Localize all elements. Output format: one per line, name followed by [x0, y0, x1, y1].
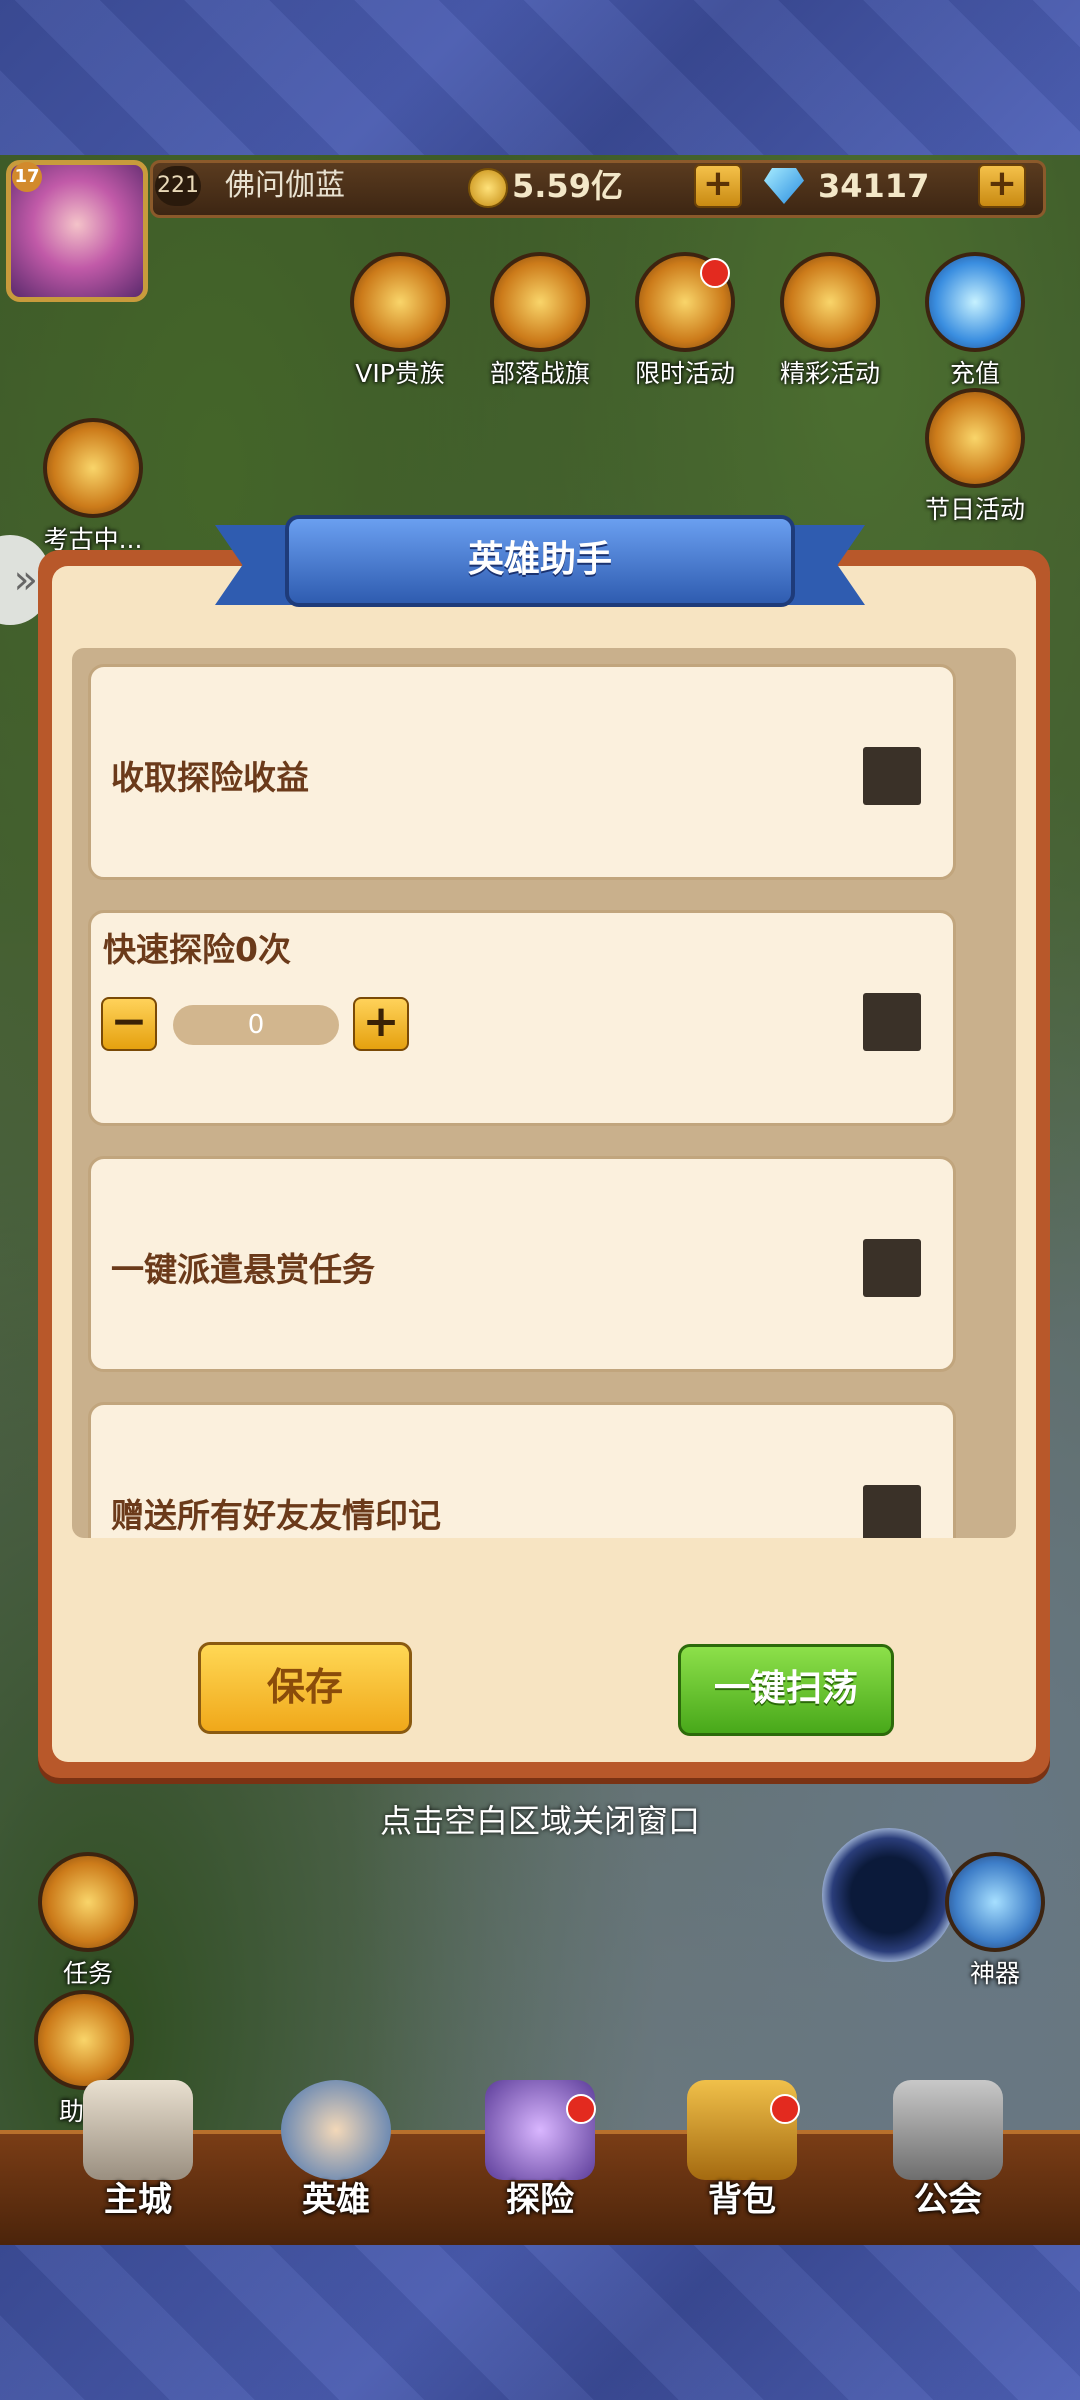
list-item: 快速探险0次 − 0 +: [88, 910, 956, 1126]
artifact-label: 神器: [969, 1959, 1020, 1988]
tribe-banner-label: 部落战旗: [489, 359, 590, 388]
hero-icon: [281, 2080, 391, 2180]
wonderful-event-button[interactable]: 精彩活动: [760, 252, 900, 390]
task-button[interactable]: 任务: [28, 1852, 148, 1990]
notification-dot: [770, 2094, 800, 2124]
diamond-amount: 34117: [818, 167, 930, 205]
recharge-label: 充值: [949, 359, 1000, 388]
wonderful-event-label: 精彩活动: [779, 359, 880, 388]
task-scroll-icon: [38, 1852, 138, 1952]
guild-tower-icon: [893, 2080, 1003, 2180]
dispatch-bounty-label: 一键派遣悬赏任务: [111, 1250, 375, 1289]
one-click-sweep-button[interactable]: 一键扫荡: [678, 1644, 894, 1736]
quick-adventure-checkbox[interactable]: [863, 993, 921, 1051]
player-name: 佛问伽蓝: [225, 168, 345, 203]
festival-event-label: 节日活动: [924, 495, 1025, 524]
save-button[interactable]: 保存: [198, 1642, 412, 1734]
minus-button[interactable]: −: [101, 997, 157, 1051]
nav-explore[interactable]: 探险: [450, 2080, 630, 2221]
nav-bag[interactable]: 背包: [652, 2080, 832, 2221]
tribe-banner-button[interactable]: 部落战旗: [470, 252, 610, 390]
collect-adventure-label: 收取探险收益: [111, 758, 309, 797]
gift-friendship-label: 赠送所有好友友情印记: [111, 1496, 441, 1535]
quick-adventure-label: 快速探险0次: [103, 930, 291, 969]
gold-amount: 5.59亿: [512, 167, 623, 205]
vip-level-badge: 221: [155, 166, 201, 206]
nav-hero-label: 英雄: [302, 2180, 370, 2220]
list-item: 一键派遣悬赏任务: [88, 1156, 956, 1372]
collect-adventure-checkbox[interactable]: [863, 747, 921, 805]
festival-event-button[interactable]: 节日活动: [905, 388, 1045, 526]
nav-hero[interactable]: 英雄: [246, 2080, 426, 2221]
player-level-badge: 17: [12, 162, 42, 192]
add-gold-button[interactable]: +: [694, 164, 742, 208]
nav-bag-label: 背包: [708, 2180, 776, 2220]
dialog-title: 英雄助手: [285, 515, 795, 607]
artifact-button[interactable]: 神器: [935, 1852, 1055, 1990]
archaeology-chest-icon: [43, 418, 143, 518]
nav-main-city-label: 主城: [104, 2180, 172, 2220]
list-item: 赠送所有好友友情印记: [88, 1402, 956, 1538]
add-diamond-button[interactable]: +: [978, 164, 1026, 208]
quick-adventure-count-field[interactable]: 0: [173, 1005, 339, 1045]
recharge-button[interactable]: 充值: [905, 252, 1045, 390]
nav-explore-label: 探险: [506, 2180, 574, 2220]
archaeology-button[interactable]: 考古中...: [28, 418, 158, 556]
dispatch-bounty-checkbox[interactable]: [863, 1239, 921, 1297]
list-item: 收取探险收益: [88, 664, 956, 880]
limited-event-button[interactable]: 限时活动: [615, 252, 755, 390]
task-label: 任务: [62, 1959, 113, 1988]
plus-button[interactable]: +: [353, 997, 409, 1051]
vip-noble-label: VIP贵族: [355, 359, 445, 388]
vip-noble-button[interactable]: VIP贵族: [330, 252, 470, 390]
gold-coin-icon: [468, 168, 508, 208]
nav-main-city[interactable]: 主城: [48, 2080, 228, 2221]
nav-guild-label: 公会: [914, 2180, 982, 2220]
top-frame: [0, 0, 1080, 155]
nav-guild[interactable]: 公会: [858, 2080, 1038, 2221]
banner-icon: [490, 252, 590, 352]
limited-event-label: 限时活动: [634, 359, 735, 388]
assistant-task-list[interactable]: 收取探险收益 快速探险0次 − 0 + 一键派遣悬赏任务 赠送所有好友友情印记: [72, 648, 1016, 1538]
treasure-chest-icon: [925, 388, 1025, 488]
notification-dot: [566, 2094, 596, 2124]
bottom-frame: [0, 2245, 1080, 2400]
gift-friendship-checkbox[interactable]: [863, 1485, 921, 1538]
castle-icon: [83, 2080, 193, 2180]
notification-dot: [700, 258, 730, 288]
crown-icon: [350, 252, 450, 352]
artifact-icon: [945, 1852, 1045, 1952]
scroll-icon: [780, 252, 880, 352]
diamond-icon: [925, 252, 1025, 352]
gift-icon: [34, 1990, 134, 2090]
